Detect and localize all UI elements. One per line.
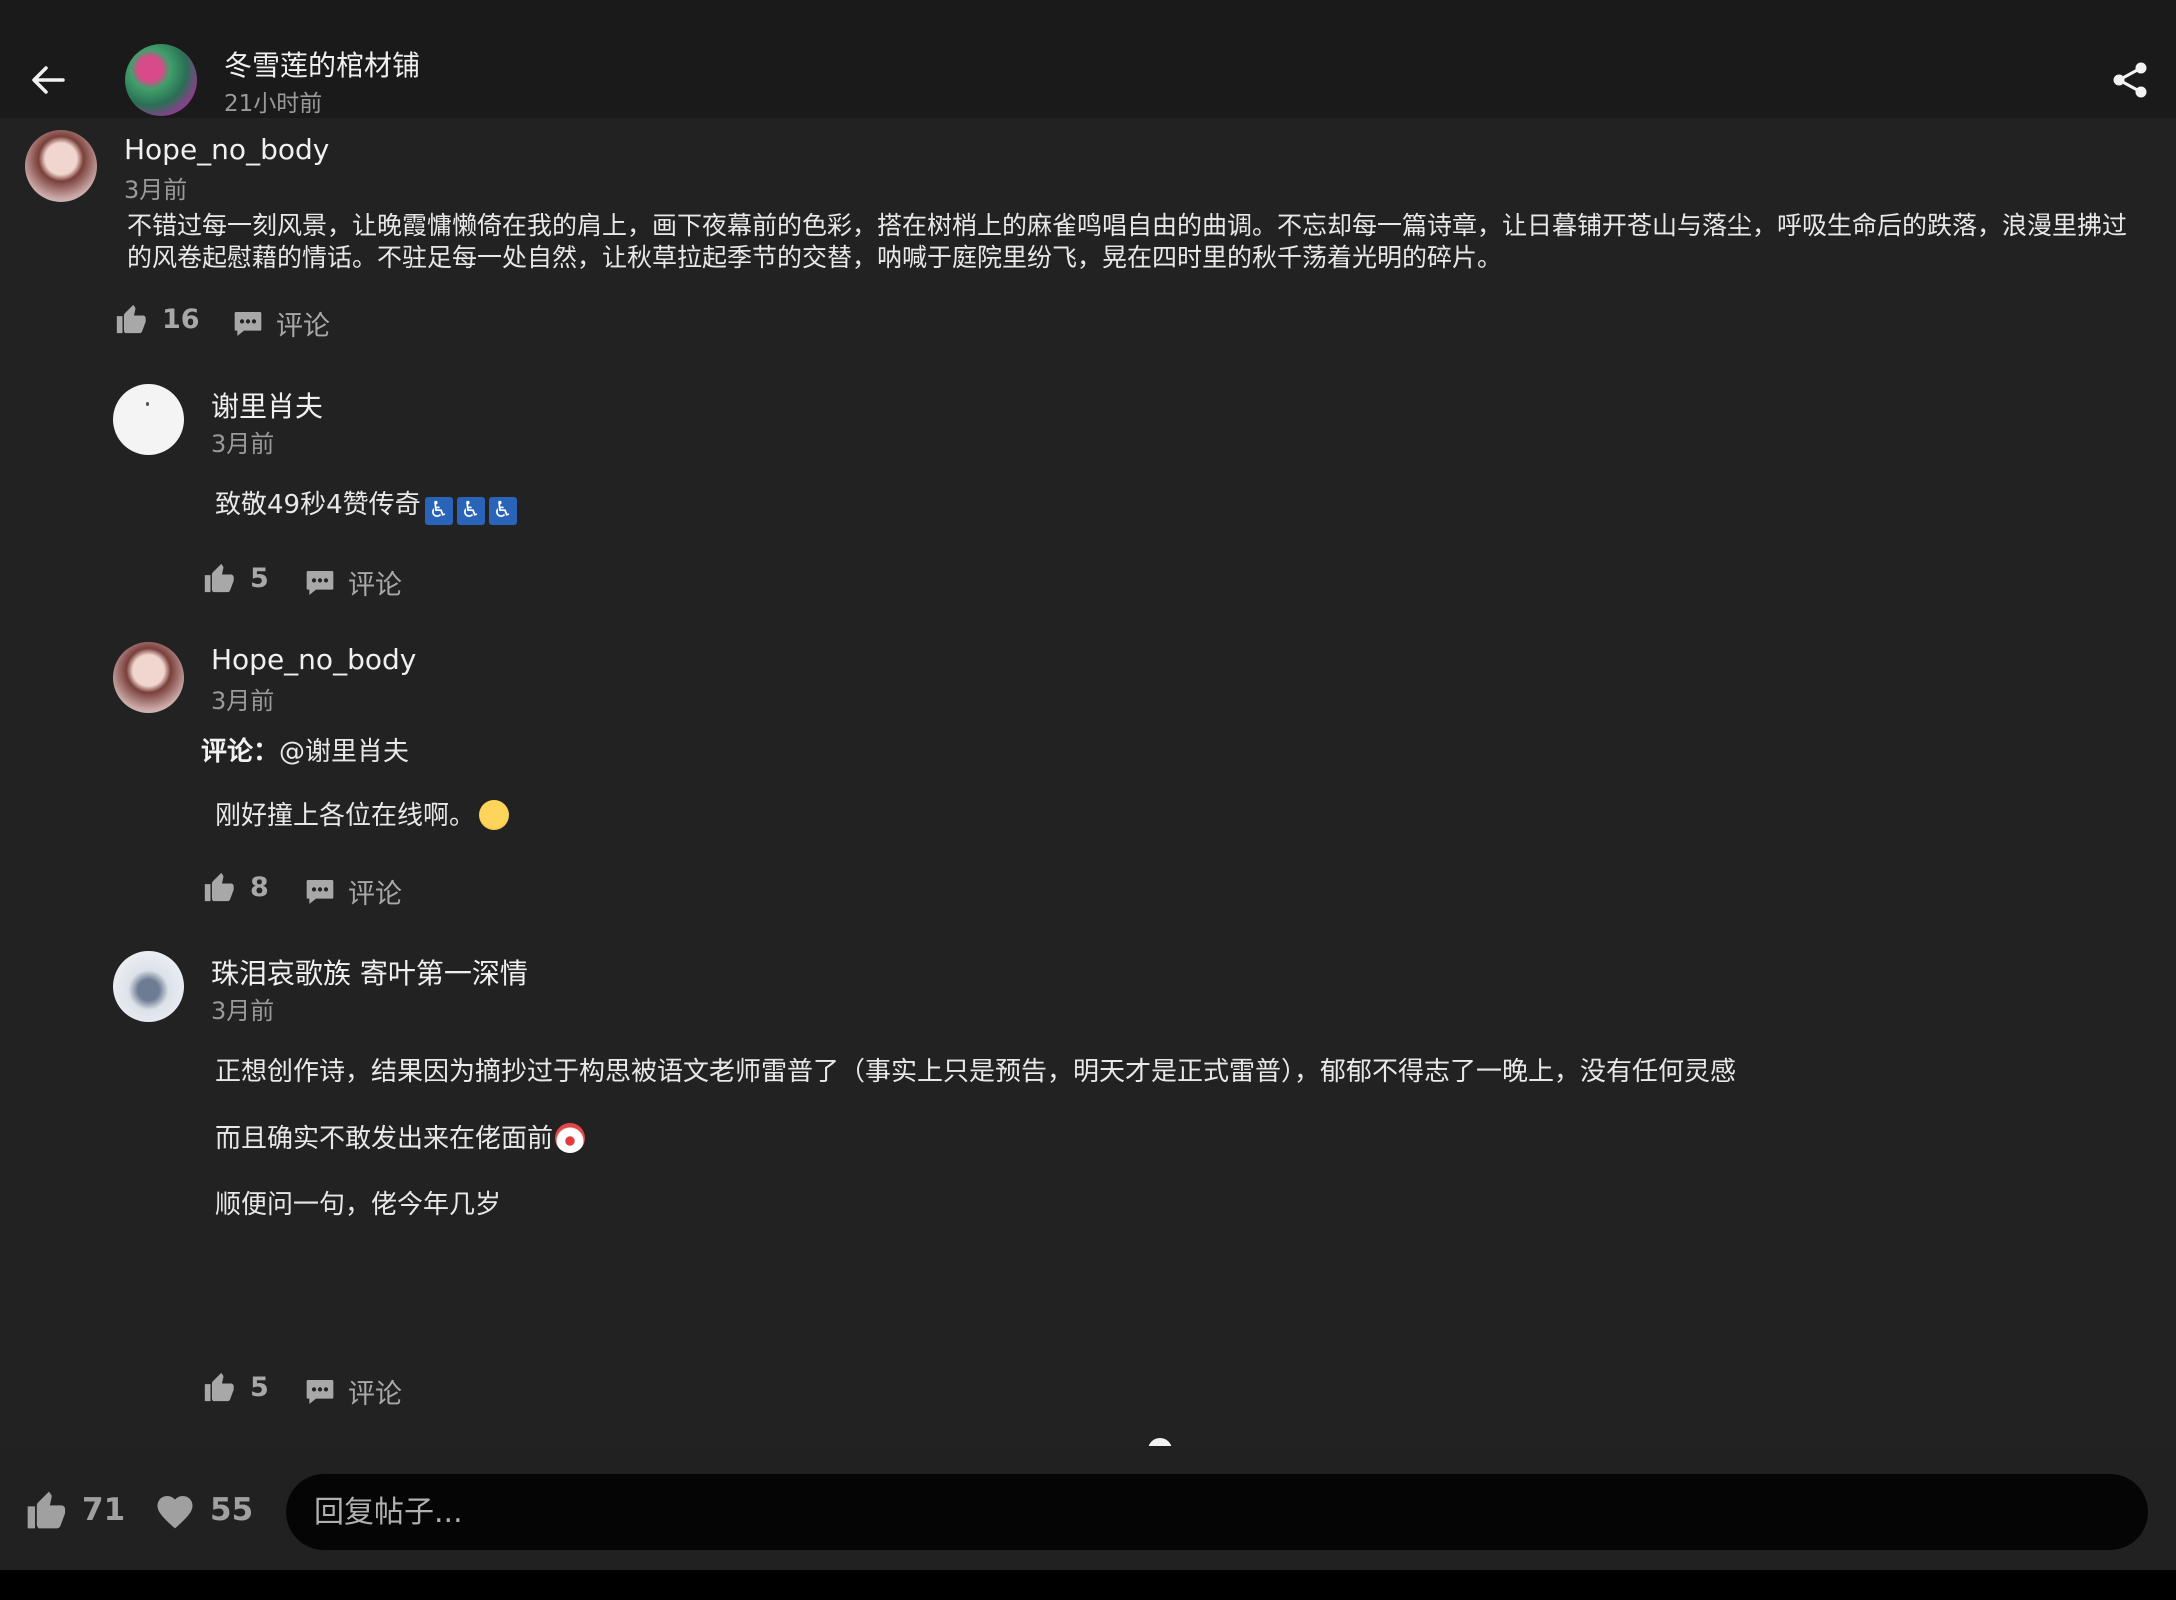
wheelchair-emoji: ♿	[456, 497, 485, 525]
like-button[interactable]: 5	[202, 1370, 269, 1404]
like-count: 8	[250, 871, 269, 903]
reply-text-content: 致敬49秒4赞传奇	[215, 490, 421, 520]
comment-username[interactable]: Hope_no_body	[124, 133, 329, 166]
share-icon	[2113, 62, 2147, 98]
comment-text: 不错过每一刻风景，让晚霞慵懒倚在我的肩上，画下夜幕前的色彩，搭在树梢上的麻雀鸣唱…	[127, 211, 2128, 272]
wheelchair-emoji: ♿	[424, 497, 453, 525]
reply-text-content: 刚好撞上各位在线啊。	[215, 801, 476, 831]
like-button[interactable]: 16	[114, 302, 200, 336]
reply-text: 刚好撞上各位在线啊。	[215, 795, 510, 832]
comment-label: 评论	[276, 311, 330, 342]
reply-paragraph: 而且确实不敢发出来在佬面前	[215, 1118, 586, 1155]
like-button[interactable]: 5	[202, 561, 269, 595]
comment-bubble-icon	[306, 570, 334, 595]
reply-target: 评论：@谢里肖夫	[201, 731, 409, 768]
comment-label: 评论	[348, 570, 402, 601]
post-time: 21小时前	[224, 91, 323, 117]
avatar[interactable]	[113, 951, 184, 1022]
comment-button[interactable]: 评论	[232, 304, 330, 343]
reply-post-input[interactable]	[286, 1474, 2148, 1550]
avatar[interactable]	[113, 384, 184, 455]
reply-text: 致敬49秒4赞传奇 ♿ ♿ ♿	[215, 484, 517, 525]
mention-link[interactable]: @谢里肖夫	[279, 737, 409, 767]
comment-bubble-icon	[306, 1379, 334, 1404]
thumbs-up-icon	[204, 1372, 234, 1402]
back-button[interactable]	[30, 62, 66, 98]
thumbs-up-icon	[204, 563, 234, 593]
thumbs-up-icon	[204, 872, 234, 902]
like-count: 5	[250, 562, 269, 594]
post-favorite-count: 55	[210, 1492, 254, 1528]
share-button[interactable]	[2110, 60, 2150, 100]
comment-bubble-icon	[306, 879, 334, 904]
system-nav-bar	[0, 1570, 2176, 1600]
comment-label: 评论	[348, 879, 402, 910]
yum-emoji	[479, 800, 510, 830]
comment-button[interactable]: 评论	[304, 1372, 402, 1411]
reply-time: 3月前	[211, 430, 275, 458]
thumbs-up-icon	[116, 304, 146, 334]
comment-button[interactable]: 评论	[304, 872, 402, 911]
reply-time: 3月前	[211, 687, 275, 715]
like-count: 5	[250, 1371, 269, 1403]
reply-username[interactable]: Hope_no_body	[211, 643, 416, 676]
post-like-button[interactable]: 71	[24, 1488, 125, 1532]
reply-time: 3月前	[211, 997, 275, 1025]
wheelchair-emoji: ♿	[488, 497, 517, 525]
like-button[interactable]: 8	[202, 870, 269, 904]
post-title[interactable]: 冬雪莲的棺材铺	[224, 44, 420, 84]
thumbs-up-icon	[27, 1491, 66, 1529]
comment-label: 评论	[348, 1379, 402, 1410]
avatar[interactable]	[113, 642, 184, 713]
reply-username[interactable]: 谢里肖夫	[211, 385, 323, 425]
avatar[interactable]	[25, 130, 97, 202]
clown-emoji	[555, 1123, 586, 1153]
comment-button[interactable]: 评论	[304, 563, 402, 602]
post-favorite-button[interactable]: 55	[154, 1490, 253, 1530]
like-count: 16	[162, 303, 200, 335]
heart-icon	[157, 1496, 193, 1529]
comment-bubble-icon	[234, 311, 262, 336]
comment-time: 3月前	[124, 176, 188, 204]
reply-paragraph-text: 而且确实不敢发出来在佬面前	[215, 1124, 554, 1154]
reply-paragraph: 顺便问一句，佬今年几岁	[215, 1190, 502, 1220]
reply-paragraph: 正想创作诗，结果因为摘抄过于构思被语文老师雷普了（事实上只是预告，明天才是正式雷…	[215, 1057, 1737, 1087]
reply-prefix: 评论：	[201, 737, 280, 767]
post-like-count: 71	[82, 1492, 126, 1528]
reply-username[interactable]: 珠泪哀歌族 寄叶第一深情	[211, 952, 528, 992]
arrow-left-icon	[32, 66, 65, 94]
post-author-avatar[interactable]	[125, 44, 197, 116]
